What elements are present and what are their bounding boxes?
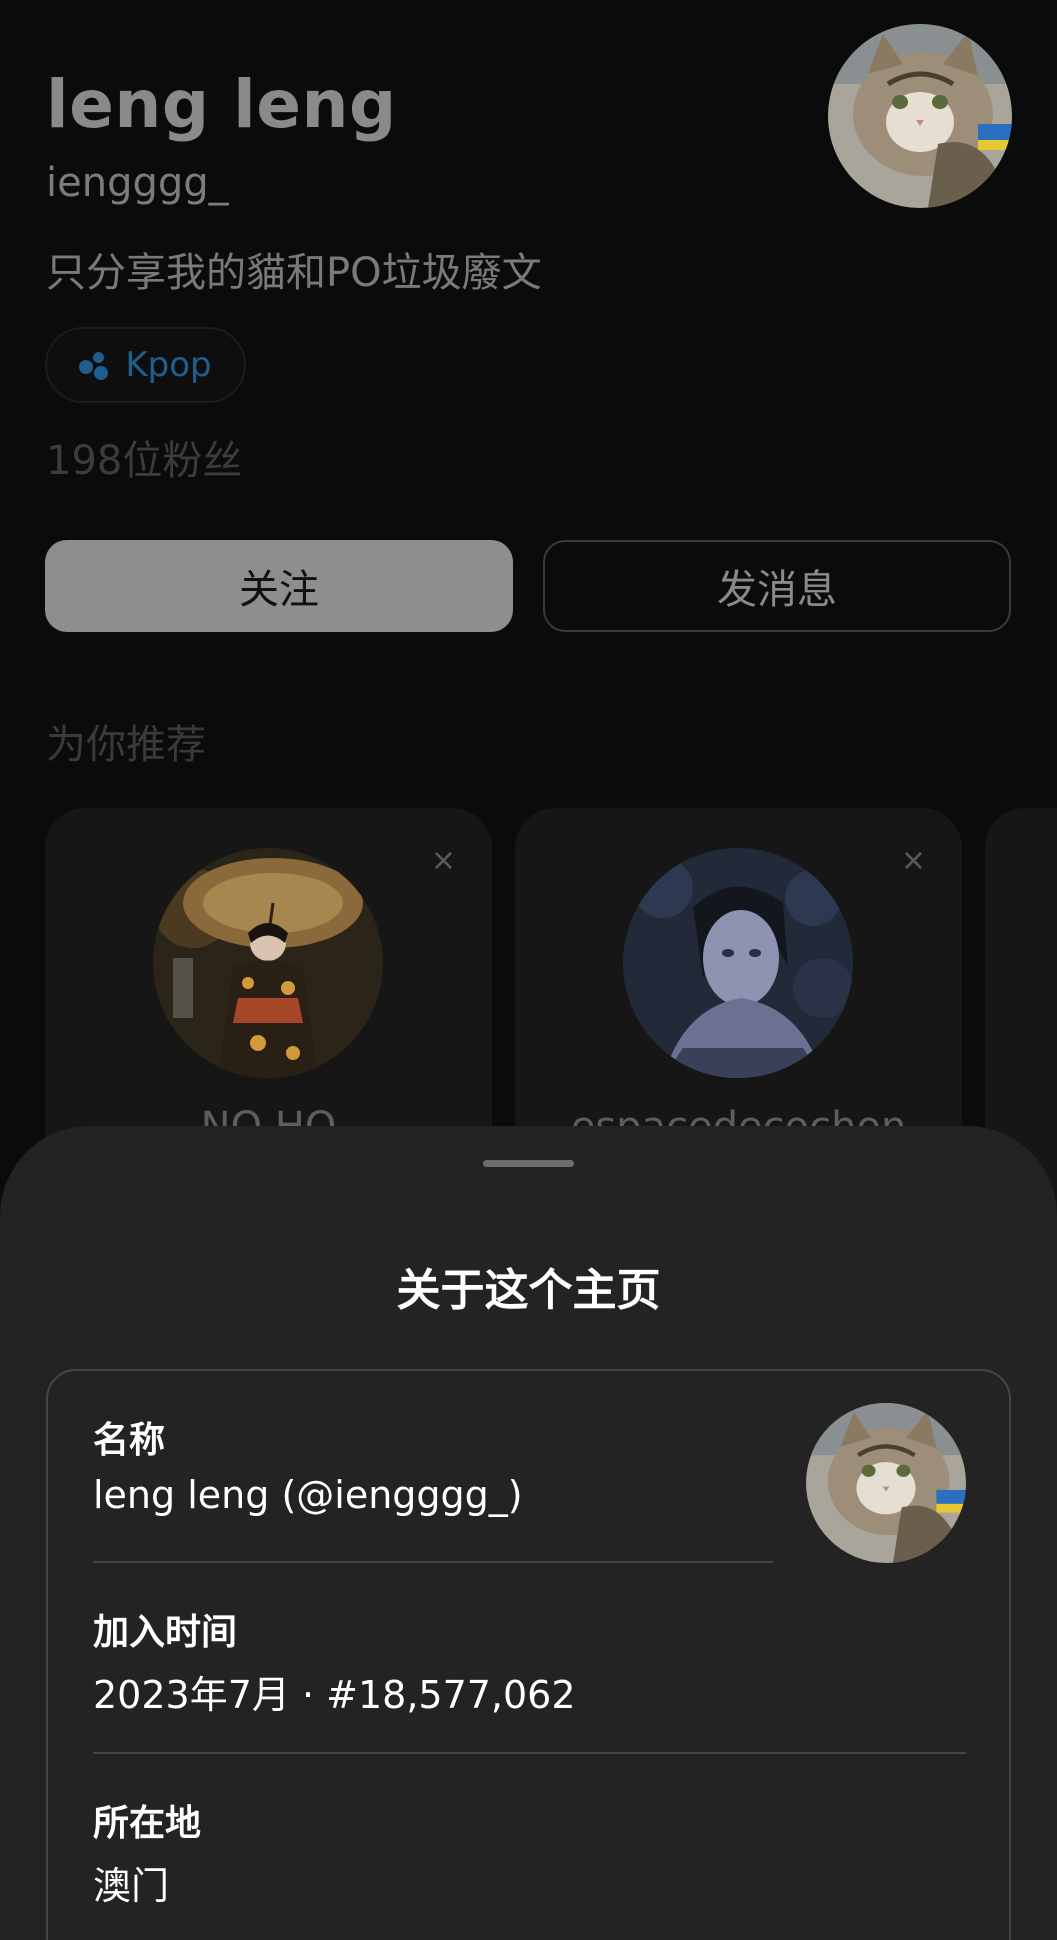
sheet-title: 关于这个主页 xyxy=(396,1265,661,1316)
sheet-drag-handle[interactable] xyxy=(483,1160,574,1167)
follow-button[interactable]: 关注 xyxy=(45,540,513,632)
avatar[interactable] xyxy=(828,24,1012,208)
avatar[interactable] xyxy=(153,848,383,1078)
joined-value: 2023年7月 · #18,577,062 xyxy=(93,1673,576,1717)
message-button[interactable]: 发消息 xyxy=(543,540,1011,632)
topic-tag-chip[interactable]: Kpop xyxy=(45,327,246,403)
profile-handle: iengggg_ xyxy=(46,160,229,206)
divider xyxy=(93,1752,966,1754)
close-icon[interactable]: × xyxy=(431,846,456,876)
follower-count[interactable]: 198位粉丝 xyxy=(46,428,242,486)
avatar[interactable] xyxy=(623,848,853,1078)
page: leng leng iengggg_ 只分享我的貓和PO垃圾廢文 Kpop 19… xyxy=(0,0,1057,1940)
name-label: 名称 xyxy=(93,1420,166,1461)
topic-tag-label: Kpop xyxy=(125,345,212,385)
divider xyxy=(93,1561,773,1563)
about-profile-sheet: 关于这个主页 名称 leng leng (@iengggg_) 加入时间 202… xyxy=(0,1126,1057,1940)
avatar xyxy=(806,1403,966,1563)
location-value: 澳门 xyxy=(93,1864,170,1908)
recommendations-heading: 为你推荐 xyxy=(46,722,206,768)
profile-name: leng leng xyxy=(46,66,397,143)
close-icon[interactable]: × xyxy=(901,846,926,876)
profile-bio: 只分享我的貓和PO垃圾廢文 xyxy=(46,250,542,296)
joined-label: 加入时间 xyxy=(93,1612,238,1653)
location-label: 所在地 xyxy=(93,1803,202,1844)
profile-info-card: 名称 leng leng (@iengggg_) 加入时间 2023年7月 · … xyxy=(46,1369,1011,1940)
name-value: leng leng (@iengggg_) xyxy=(93,1473,523,1517)
threads-topic-icon xyxy=(79,350,115,380)
